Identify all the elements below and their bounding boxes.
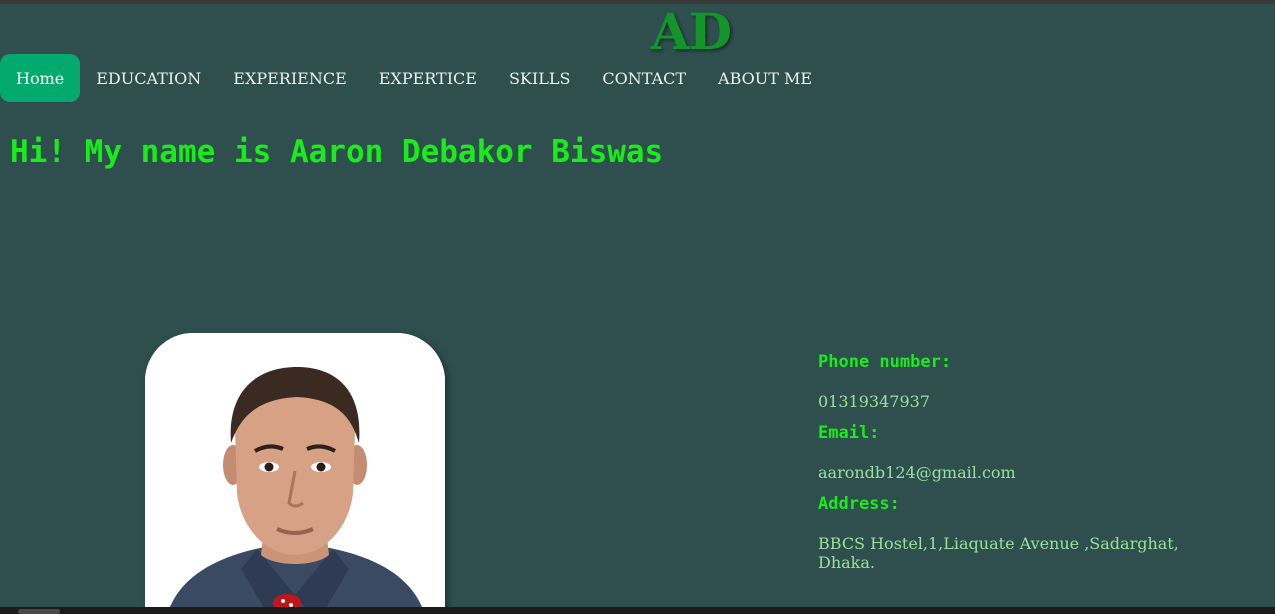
nav-experience[interactable]: EXPERIENCE — [217, 54, 362, 102]
phone-label: Phone number: — [818, 352, 952, 372]
address-label: Address: — [818, 494, 900, 514]
phone-value: 01319347937 — [818, 392, 930, 411]
address-value: BBCS Hostel,1,Liaquate Avenue ,Sadarghat… — [818, 534, 1179, 572]
email-label: Email: — [818, 423, 880, 443]
nav-skills[interactable]: SKILLS — [493, 54, 586, 102]
horizontal-scrollbar[interactable] — [0, 607, 1275, 614]
profile-photo — [145, 333, 445, 614]
site-logo[interactable]: AD — [651, 2, 732, 62]
hero-greeting: Hi! My name is Aaron Debakor Biswas — [10, 134, 664, 170]
nav-contact[interactable]: CONTACT — [586, 54, 702, 102]
nav-home[interactable]: Home — [0, 54, 81, 102]
nav-education[interactable]: EDUCATION — [80, 54, 217, 102]
nav-about-me[interactable]: ABOUT ME — [702, 54, 828, 102]
window-top-border — [0, 0, 1275, 4]
nav-expertice[interactable]: EXPERTICE — [363, 54, 493, 102]
scrollbar-thumb[interactable] — [18, 609, 60, 614]
email-value: aarondb124@gmail.com — [818, 463, 1016, 482]
portrait-illustration — [145, 333, 445, 614]
contact-info: Phone number: 01319347937 Email: aarondb… — [818, 340, 1228, 572]
main-nav: Home EDUCATION EXPERIENCE EXPERTICE SKIL… — [0, 54, 828, 102]
